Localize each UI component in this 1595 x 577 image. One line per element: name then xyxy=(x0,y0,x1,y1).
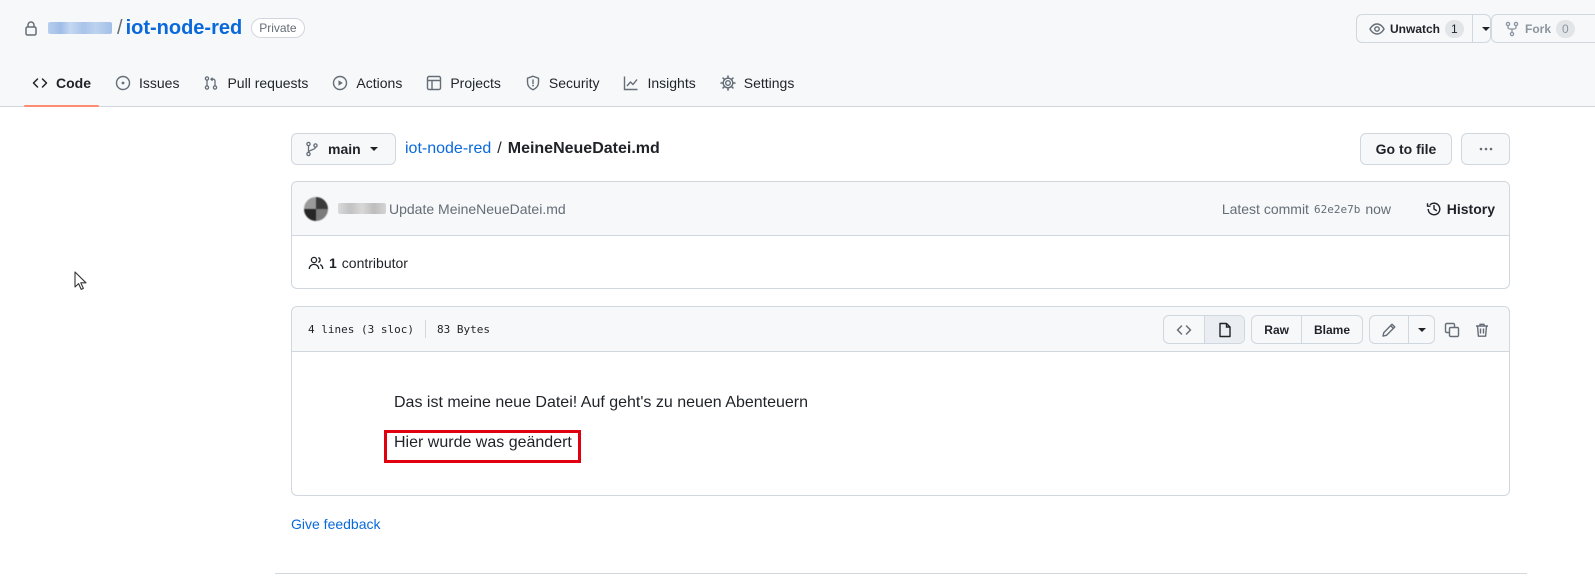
file-info: 4 lines (3 sloc) 83 Bytes xyxy=(308,320,490,338)
branch-icon xyxy=(304,141,320,157)
repo-title: / iot-node-red Private xyxy=(24,14,305,42)
file-info-divider xyxy=(424,320,426,338)
fork-button[interactable]: Fork 0 xyxy=(1491,14,1595,43)
file-icon xyxy=(1217,322,1233,338)
kebab-horizontal-icon xyxy=(1478,141,1494,157)
history-label: History xyxy=(1446,201,1495,217)
edit-dropdown-button[interactable] xyxy=(1408,316,1434,343)
markdown-paragraph: Das ist meine neue Datei! Auf geht's zu … xyxy=(394,394,808,411)
code-icon xyxy=(32,75,48,91)
commit-time: now xyxy=(1365,201,1391,217)
history-icon xyxy=(1426,201,1442,217)
delete-button[interactable] xyxy=(1467,315,1497,344)
more-options-button[interactable] xyxy=(1461,133,1510,165)
trash-icon xyxy=(1474,322,1490,338)
contributors-row[interactable]: 1 contributor xyxy=(292,236,1509,289)
go-to-file-button[interactable]: Go to file xyxy=(1360,133,1452,165)
lock-icon xyxy=(24,20,38,36)
file-viewer: 4 lines (3 sloc) 83 Bytes Raw Blame Das … xyxy=(291,306,1510,496)
avatar[interactable] xyxy=(304,196,328,221)
copy-button[interactable] xyxy=(1437,315,1467,344)
breadcrumb: iot-node-red / MeineNeueDatei.md xyxy=(405,133,660,165)
history-link[interactable]: History xyxy=(1426,182,1495,236)
tab-actions[interactable]: Actions xyxy=(324,66,410,100)
contributor-count: 1 xyxy=(329,254,337,271)
tab-projects[interactable]: Projects xyxy=(418,66,509,100)
file-size: 83 Bytes xyxy=(436,322,490,336)
tab-label: Projects xyxy=(450,75,501,91)
breadcrumb-separator: / xyxy=(497,140,502,157)
fork-label: Fork xyxy=(1525,21,1552,36)
commit-author-redacted[interactable] xyxy=(338,203,386,214)
give-feedback-link[interactable]: Give feedback xyxy=(291,516,381,532)
shield-icon xyxy=(525,75,541,91)
tab-label: Insights xyxy=(647,75,696,91)
tab-issues[interactable]: Issues xyxy=(107,66,187,100)
code-icon xyxy=(1176,322,1192,338)
file-navigation: main iot-node-red / MeineNeueDatei.md Go… xyxy=(291,133,1510,165)
people-icon xyxy=(308,255,324,271)
tab-label: Settings xyxy=(743,75,795,91)
view-mode-toggle xyxy=(1163,315,1246,344)
edit-group xyxy=(1369,315,1435,344)
watch-count: 1 xyxy=(1445,19,1464,38)
latest-commit-label: Latest commit xyxy=(1221,201,1309,217)
file-toolbar: Raw Blame xyxy=(1163,315,1497,344)
repo-nav-tabs: Code Issues Pull requests Actions Projec… xyxy=(24,66,810,107)
gear-icon xyxy=(719,75,736,91)
graph-icon xyxy=(623,75,639,91)
pencil-icon xyxy=(1381,322,1397,338)
fork-icon xyxy=(1504,21,1520,37)
raw-blame-group: Raw Blame xyxy=(1251,315,1363,344)
repo-header: / iot-node-red Private Unwatch 1 Fork 0 xyxy=(0,0,1595,107)
commit-message-link[interactable]: Update MeineNeueDatei.md xyxy=(389,201,566,217)
display-rendered-button[interactable] xyxy=(1204,316,1245,343)
tab-settings[interactable]: Settings xyxy=(712,66,803,100)
tab-label: Code xyxy=(56,75,91,91)
raw-button[interactable]: Raw xyxy=(1252,316,1301,343)
tab-pull-requests[interactable]: Pull requests xyxy=(195,66,316,100)
commit-meta: Latest commit 62e2e7b now xyxy=(1222,182,1391,236)
footer-divider xyxy=(275,573,1527,574)
caret-down-icon xyxy=(1417,325,1427,335)
rendered-markdown: Das ist meine neue Datei! Auf geht's zu … xyxy=(292,352,1509,495)
tab-security[interactable]: Security xyxy=(517,66,608,100)
mouse-cursor-icon xyxy=(74,271,88,291)
breadcrumb-repo-link[interactable]: iot-node-red xyxy=(405,140,491,158)
caret-down-icon xyxy=(369,144,379,154)
contributor-label: contributor xyxy=(341,254,408,271)
eye-icon xyxy=(1369,21,1385,37)
branch-name: main xyxy=(328,141,361,157)
markdown-paragraph: Hier wurde was geändert xyxy=(394,434,572,451)
commit-sha-link[interactable]: 62e2e7b xyxy=(1314,203,1360,216)
fork-count: 0 xyxy=(1556,19,1575,38)
tab-label: Issues xyxy=(139,75,180,91)
branch-selector[interactable]: main xyxy=(291,133,396,165)
copy-icon xyxy=(1444,322,1460,338)
tab-label: Actions xyxy=(356,75,403,91)
pull-request-icon xyxy=(203,75,219,91)
tab-label: Security xyxy=(548,75,600,91)
repo-owner-redacted[interactable] xyxy=(48,22,112,34)
file-line-count: 4 lines (3 sloc) xyxy=(308,322,414,336)
latest-commit-row: Update MeineNeueDatei.md Latest commit 6… xyxy=(292,182,1509,236)
table-icon xyxy=(426,75,442,91)
repo-path-separator: / xyxy=(117,16,123,39)
tab-code[interactable]: Code xyxy=(24,66,99,107)
tab-insights[interactable]: Insights xyxy=(615,66,703,100)
play-icon xyxy=(332,75,348,91)
unwatch-button[interactable]: Unwatch 1 xyxy=(1356,14,1491,43)
unwatch-label: Unwatch xyxy=(1390,21,1441,36)
blame-button[interactable]: Blame xyxy=(1300,316,1362,343)
file-header: 4 lines (3 sloc) 83 Bytes Raw Blame xyxy=(292,307,1509,352)
visibility-badge: Private xyxy=(251,18,305,38)
latest-commit-box: Update MeineNeueDatei.md Latest commit 6… xyxy=(291,181,1510,289)
breadcrumb-file-name: MeineNeueDatei.md xyxy=(507,140,660,157)
tab-label: Pull requests xyxy=(227,75,309,91)
caret-down-icon xyxy=(1481,24,1491,34)
repo-name-link[interactable]: iot-node-red xyxy=(126,17,243,40)
issue-icon xyxy=(115,75,131,91)
edit-button[interactable] xyxy=(1370,316,1408,343)
display-source-button[interactable] xyxy=(1164,316,1204,343)
